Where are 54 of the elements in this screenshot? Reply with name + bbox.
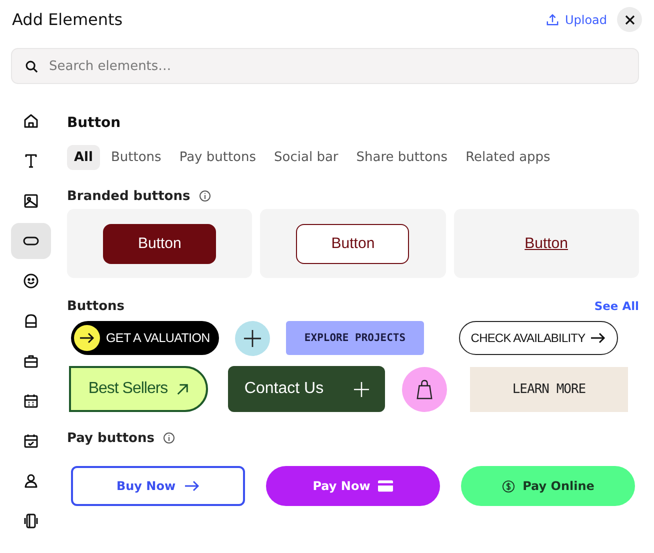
filter-tab[interactable]: Pay buttons <box>172 145 264 170</box>
filter-tab[interactable]: Share buttons <box>349 145 455 170</box>
home-icon <box>22 112 40 130</box>
section-title: Buttons <box>67 298 125 314</box>
see-all-link[interactable]: See All <box>594 299 639 313</box>
person-icon <box>22 472 40 490</box>
info-icon[interactable] <box>199 190 212 202</box>
sidebar-item[interactable] <box>11 223 51 259</box>
phone-icon <box>22 512 40 530</box>
search-field[interactable]: Search elements… <box>11 48 639 84</box>
filter-tab[interactable]: Social bar <box>267 145 346 170</box>
panel-title: Add Elements <box>12 10 124 29</box>
button-sample: Button <box>103 224 216 264</box>
filter-tab[interactable]: Buttons <box>104 145 168 170</box>
button-sample[interactable]: LEARN MORE <box>470 366 628 412</box>
bag-button-sample[interactable] <box>402 366 447 412</box>
plus-button-sample[interactable] <box>235 320 270 356</box>
plus-icon <box>244 330 261 346</box>
template-card[interactable]: Button <box>67 209 252 278</box>
info-icon[interactable] <box>163 432 176 444</box>
close-icon <box>624 14 634 24</box>
button-sample[interactable]: CHECK AVAILABILITY <box>459 321 618 355</box>
filter-tab[interactable]: Related apps <box>458 145 558 170</box>
pay-button-sample[interactable]: Pay Online <box>461 466 635 506</box>
smiley-icon <box>22 272 40 290</box>
section-title: Branded buttons <box>67 188 190 204</box>
section-heading: Button <box>67 115 122 133</box>
image-icon <box>22 192 40 210</box>
calendar-icon <box>22 392 40 410</box>
close-button[interactable] <box>617 7 642 32</box>
calendar-check-icon <box>22 432 40 450</box>
filter-tab[interactable]: All <box>67 145 100 170</box>
pay-button-sample[interactable]: Buy Now <box>71 466 245 506</box>
credit-card-icon <box>378 480 394 492</box>
button-sample[interactable]: Best Sellers <box>69 366 208 412</box>
arrow-icon <box>184 480 200 492</box>
search-icon <box>25 60 38 73</box>
section-title: Pay buttons <box>67 430 154 446</box>
upload-icon <box>546 13 559 26</box>
button-sample[interactable]: GET A VALUATION <box>71 321 219 355</box>
arrow-icon <box>79 332 95 344</box>
template-card[interactable]: Button <box>260 209 446 278</box>
shopping-bag-icon <box>416 378 433 400</box>
button-sample: Button <box>296 224 410 264</box>
upload-button[interactable]: Upload <box>546 12 607 26</box>
link-sample: Button <box>524 235 568 252</box>
dollar-coin-icon <box>502 480 515 492</box>
button-sample[interactable]: Contact Us <box>228 366 385 412</box>
button-sample[interactable]: EXPLORE PROJECTS <box>286 321 424 355</box>
pay-button-sample[interactable]: Pay Now <box>266 466 440 506</box>
arrow-icon <box>590 332 606 344</box>
plus-icon <box>354 382 369 396</box>
diagonal-arrow-icon <box>176 382 189 396</box>
template-card[interactable]: Button <box>454 209 639 278</box>
